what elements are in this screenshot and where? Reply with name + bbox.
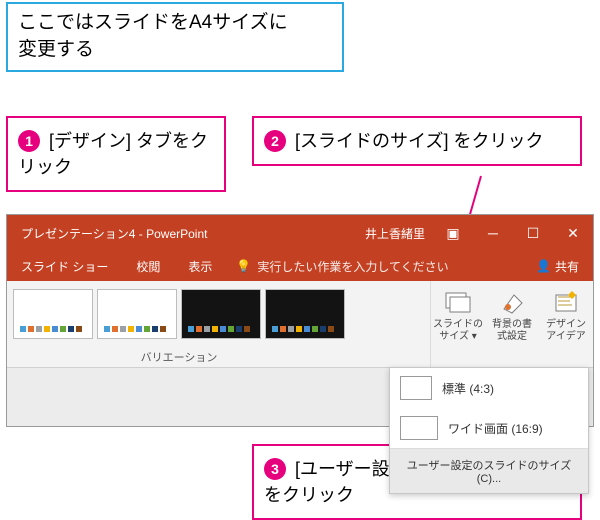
maximize-icon[interactable]: ☐ bbox=[513, 225, 553, 242]
tip-line1: ここではスライドをA4サイズに bbox=[18, 12, 288, 33]
search-placeholder: 実行したい作業を入力してください bbox=[257, 258, 448, 275]
callout-step-2: 2 [スライドのサイズ] をクリック bbox=[252, 116, 582, 166]
slide-size-icon bbox=[443, 287, 473, 317]
variation-thumb[interactable] bbox=[265, 289, 345, 339]
slide-size-widescreen[interactable]: ワイド画面 (16:9) bbox=[390, 408, 588, 448]
slide-size-dropdown: 標準 (4:3) ワイド画面 (16:9) ユーザー設定のスライドのサイズ(C)… bbox=[389, 367, 589, 494]
share-label: 共有 bbox=[555, 258, 579, 275]
callout-number: 3 bbox=[264, 458, 286, 480]
format-background-icon bbox=[497, 287, 527, 317]
window-title: プレゼンテーション4 - PowerPoint bbox=[7, 225, 207, 242]
aspect-4-3-icon bbox=[400, 376, 432, 400]
variations-label: バリエーション bbox=[141, 341, 218, 369]
ribbon-tabs: スライド ショー 校閲 表示 💡 実行したい作業を入力してください 👤 共有 bbox=[7, 251, 593, 281]
customize-group: スライドのサイズ ▾ 背景の書式設定 デザインアイデア bbox=[430, 281, 593, 367]
tip-box: ここではスライドをA4サイズに 変更する bbox=[6, 2, 344, 72]
dd-label: ユーザー設定のスライドのサイズ(C)... bbox=[407, 460, 571, 485]
share-button[interactable]: 👤 共有 bbox=[522, 258, 593, 275]
variation-thumb[interactable] bbox=[181, 289, 261, 339]
user-name: 井上香緒里 bbox=[357, 225, 433, 242]
share-icon: 👤 bbox=[536, 259, 551, 273]
callout-step-1: 1 [デザイン] タブをクリック bbox=[6, 116, 226, 192]
callout-text: [スライドのサイズ] をクリック bbox=[290, 131, 543, 151]
title-bar: プレゼンテーション4 - PowerPoint 井上香緒里 ▣ ─ ☐ ✕ bbox=[7, 215, 593, 251]
ribbon-body: バリエーション スライドのサイズ ▾ 背景の書式設定 bbox=[7, 281, 593, 368]
dd-label: ワイド画面 (16:9) bbox=[448, 420, 543, 437]
tell-me-search[interactable]: 💡 実行したい作業を入力してください bbox=[226, 258, 448, 275]
format-background-button[interactable]: 背景の書式設定 bbox=[485, 281, 539, 367]
tab-slideshow[interactable]: スライド ショー bbox=[7, 251, 122, 281]
slide-size-button[interactable]: スライドのサイズ ▾ bbox=[431, 281, 485, 367]
tab-review[interactable]: 校閲 bbox=[122, 251, 174, 281]
variation-thumb[interactable] bbox=[97, 289, 177, 339]
callout-text: [デザイン] タブをクリック bbox=[18, 131, 208, 177]
design-ideas-button[interactable]: デザインアイデア bbox=[539, 281, 593, 367]
ribbon-display-options-icon[interactable]: ▣ bbox=[433, 225, 473, 242]
dd-label: 標準 (4:3) bbox=[442, 380, 494, 397]
minimize-icon[interactable]: ─ bbox=[473, 225, 513, 241]
slide-size-standard[interactable]: 標準 (4:3) bbox=[390, 368, 588, 408]
lightbulb-icon: 💡 bbox=[236, 259, 251, 273]
tip-line2: 変更する bbox=[18, 39, 94, 60]
aspect-16-9-icon bbox=[400, 416, 438, 440]
variation-thumb[interactable] bbox=[13, 289, 93, 339]
tab-view[interactable]: 表示 bbox=[174, 251, 226, 281]
close-icon[interactable]: ✕ bbox=[553, 225, 593, 242]
callout-number: 1 bbox=[18, 130, 40, 152]
design-ideas-icon bbox=[551, 287, 581, 317]
slide-size-custom[interactable]: ユーザー設定のスライドのサイズ(C)... bbox=[390, 448, 588, 493]
variations-group: バリエーション bbox=[7, 281, 351, 367]
powerpoint-window: プレゼンテーション4 - PowerPoint 井上香緒里 ▣ ─ ☐ ✕ スラ… bbox=[6, 214, 594, 427]
callout-number: 2 bbox=[264, 130, 286, 152]
